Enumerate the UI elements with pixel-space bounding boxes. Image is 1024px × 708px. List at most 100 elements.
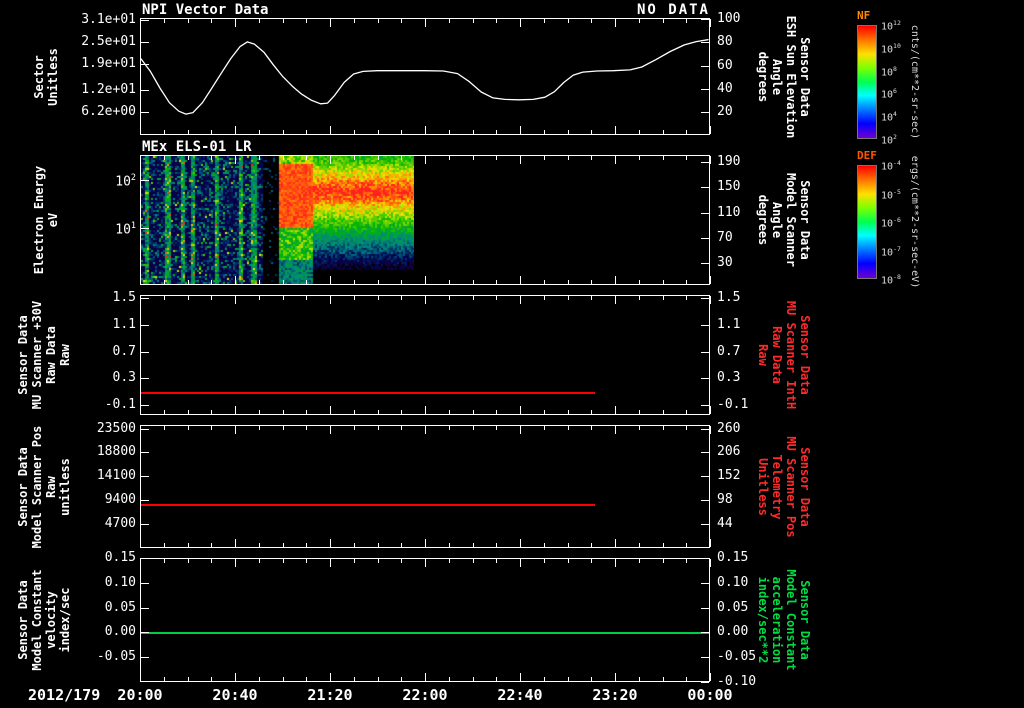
x-tick-mark (378, 19, 379, 23)
x-tick-mark (188, 19, 189, 23)
axis-label-line: ergs/(cm**2-sr-sec-eV) (909, 155, 920, 289)
x-tick-mark (496, 426, 497, 430)
x-tick-mark (591, 296, 592, 300)
x-tick-mark (425, 426, 426, 434)
x-tick-mark (615, 406, 616, 414)
x-tick-mark (591, 559, 592, 563)
x-tick-mark (473, 156, 474, 160)
x-tick-mark (164, 426, 165, 430)
x-tick-mark (354, 280, 355, 284)
x-tick-mark (520, 156, 521, 164)
x-tick-mark (520, 539, 521, 547)
x-tick-mark (686, 677, 687, 681)
x-tick-mark (140, 276, 141, 284)
y-tick-label: 70 (717, 230, 733, 245)
x-tick-mark (615, 156, 616, 164)
no-data-label: NO DATA (636, 2, 710, 18)
x-tick-mark (686, 280, 687, 284)
x-tick-mark (568, 410, 569, 414)
x-tick-mark (378, 559, 379, 563)
x-tick-mark (235, 296, 236, 304)
x-tick-mark (591, 19, 592, 23)
colorbar-title-DEF: DEF (857, 149, 877, 162)
x-tick-label: 22:00 (402, 686, 448, 704)
x-tick-mark (211, 280, 212, 284)
x-tick-mark (496, 156, 497, 160)
y-tick-mark (701, 476, 709, 477)
y-tick-label: 152 (717, 468, 741, 483)
x-tick-mark (354, 559, 355, 563)
x-tick-mark (354, 130, 355, 134)
x-tick-mark (354, 410, 355, 414)
x-tick-mark (306, 410, 307, 414)
x-tick-mark (235, 673, 236, 681)
x-tick-mark (663, 410, 664, 414)
x-tick-mark (354, 156, 355, 160)
y-tick-mark (141, 298, 149, 299)
x-tick-mark (378, 543, 379, 547)
x-tick-mark (140, 296, 141, 304)
y-tick-mark (701, 378, 709, 379)
colorbar-tick-label: 10-5 (881, 187, 901, 201)
x-tick-mark (188, 677, 189, 681)
x-tick-mark (259, 543, 260, 547)
x-tick-mark (544, 559, 545, 563)
colorbar-unit-NF: cnts/(cm**2-sr-sec) (907, 25, 921, 139)
x-tick-mark (615, 559, 616, 567)
x-tick-mark (259, 296, 260, 300)
y-tick-mark (701, 452, 709, 453)
y-tick-mark (141, 452, 149, 453)
x-tick-mark (378, 156, 379, 160)
y-tick-mark (701, 682, 709, 683)
axis-label-line: Sector (32, 54, 46, 99)
y-tick-mark (701, 352, 709, 353)
axis-label-line: MU Scanner +30V (30, 300, 44, 410)
plot-frame-els-spectrogram (140, 155, 710, 285)
axis-label-line: Sensor Data (798, 315, 812, 395)
x-tick-mark (663, 19, 664, 23)
x-tick-mark (568, 296, 569, 300)
x-tick-mark (259, 677, 260, 681)
x-tick-mark (401, 156, 402, 160)
y-tick-mark (701, 162, 709, 163)
x-tick-mark (710, 673, 711, 681)
left-axis-label-els-spectrogram: Electron Energy eV (32, 166, 60, 274)
x-tick-mark (544, 130, 545, 134)
colorbar-tick-label: 1012 (881, 19, 901, 33)
y-tick-mark (701, 325, 709, 326)
x-tick-mark (188, 296, 189, 300)
x-tick-mark (449, 130, 450, 134)
y-tick-label: -0.05 (717, 649, 757, 664)
x-tick-mark (306, 426, 307, 430)
x-tick-mark (568, 280, 569, 284)
x-tick-mark (164, 543, 165, 547)
right-axis-label-npi-vector-data: Sensor Data ESH Sun Elevation Angle degrees (756, 15, 812, 138)
axis-label-line: Model Constant (30, 569, 44, 671)
axis-label-line: Model Constant (784, 569, 798, 671)
axis-label-line: Unitless (46, 47, 60, 106)
x-tick-mark (140, 426, 141, 434)
panel1-title: NPI Vector Data (142, 2, 269, 18)
x-tick-mark (378, 130, 379, 134)
y-tick-mark (141, 20, 149, 21)
x-tick-mark (473, 426, 474, 430)
x-tick-label: 22:40 (497, 686, 543, 704)
x-tick-mark (378, 410, 379, 414)
x-tick-mark (615, 539, 616, 547)
x-tick-mark (449, 280, 450, 284)
x-tick-mark (568, 559, 569, 563)
y-tick-mark (141, 632, 149, 633)
x-tick-label: 20:00 (117, 686, 163, 704)
x-tick-mark (710, 156, 711, 164)
x-tick-mark (140, 673, 141, 681)
x-tick-mark (401, 410, 402, 414)
y-tick-label: 1.5 (717, 290, 741, 305)
x-tick-mark (330, 126, 331, 134)
data-trace (141, 632, 709, 634)
x-tick-mark (639, 410, 640, 414)
x-tick-mark (401, 280, 402, 284)
x-tick-mark (259, 130, 260, 134)
y-tick-mark (141, 405, 149, 406)
x-tick-mark (330, 406, 331, 414)
colorbar-tick-label: 10-8 (881, 273, 901, 287)
